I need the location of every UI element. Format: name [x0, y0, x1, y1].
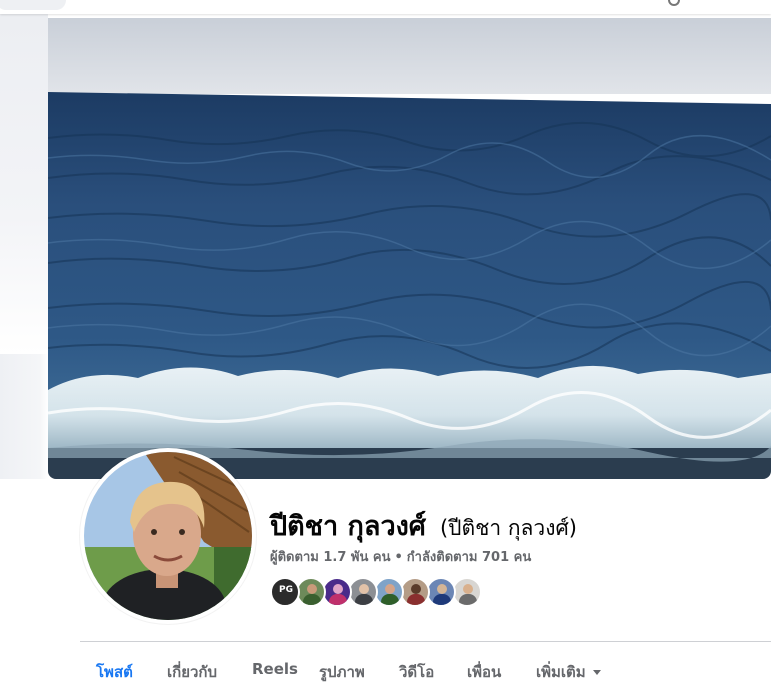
stats-separator: •: [394, 550, 403, 565]
profile-alternate-name: (ปีติชา กุลวงศ์): [439, 516, 577, 540]
profile-photo-image: [84, 452, 252, 620]
friend-head: [307, 584, 317, 594]
tab-friends[interactable]: เพื่อน: [467, 660, 501, 684]
friend-avatar-8[interactable]: [452, 577, 482, 607]
cover-photo[interactable]: [48, 18, 771, 479]
friend-body: [329, 594, 347, 605]
friend-head: [437, 584, 447, 594]
friend-avatar-5[interactable]: [374, 577, 404, 607]
tab-posts[interactable]: โพสต์: [96, 660, 133, 684]
left-sidebar-fade: [0, 14, 48, 354]
friend-body: [381, 594, 399, 605]
friend-head: [359, 584, 369, 594]
search-box[interactable]: [0, 0, 66, 10]
friend-avatar-2[interactable]: [296, 577, 326, 607]
friend-body: [303, 594, 321, 605]
following-link[interactable]: กำลังติดตาม 701 คน: [407, 550, 531, 565]
friend-avatar-6[interactable]: [400, 577, 430, 607]
tab-photos[interactable]: รูปภาพ: [319, 660, 365, 684]
tab-more-label: เพิ่มเติม: [536, 663, 586, 681]
profile-tabs: โพสต์ เกี่ยวกับ Reels รูปภาพ วิดีโอ เพื่…: [80, 642, 771, 687]
account-icon[interactable]: [668, 0, 680, 6]
friend-body: [355, 594, 373, 605]
tab-about[interactable]: เกี่ยวกับ: [167, 660, 217, 684]
tab-more[interactable]: เพิ่มเติม: [536, 660, 601, 684]
tab-reels[interactable]: Reels: [252, 660, 298, 678]
friend-head: [411, 584, 421, 594]
friend-head: [333, 584, 343, 594]
friend-body: [407, 594, 425, 605]
friend-avatar-4[interactable]: [348, 577, 378, 607]
profile-name: ปีติชา กุลวงศ์: [270, 511, 426, 542]
mutual-friends-avatars: PG: [270, 577, 482, 607]
friend-avatar-label: PG: [279, 585, 293, 595]
profile-picture[interactable]: [80, 448, 256, 624]
friend-avatar-7[interactable]: [426, 577, 456, 607]
friend-head: [385, 584, 395, 594]
friend-avatar-3[interactable]: [322, 577, 352, 607]
pg-gaming-avatar[interactable]: PG: [270, 577, 300, 607]
profile-name-row: ปีติชา กุลวงศ์ (ปีติชา กุลวงศ์): [270, 504, 577, 547]
friend-body: [459, 594, 477, 605]
chevron-down-icon: [592, 670, 601, 675]
top-navigation-bar: [0, 0, 771, 14]
follow-stats: ผู้ติดตาม 1.7 พัน คน • กำลังติดตาม 701 คน: [270, 546, 531, 567]
friend-body: [433, 594, 451, 605]
sea-waves-image: [48, 18, 771, 479]
friend-head: [463, 584, 473, 594]
followers-link[interactable]: ผู้ติดตาม 1.7 พัน คน: [270, 550, 390, 565]
tab-videos[interactable]: วิดีโอ: [399, 660, 434, 684]
